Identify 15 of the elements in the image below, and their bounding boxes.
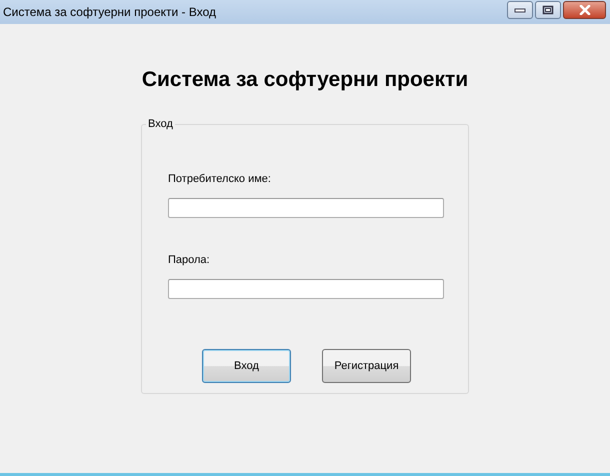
field-label: Парола: <box>168 254 211 266</box>
maximize-icon <box>542 5 554 15</box>
group-title: Вход <box>146 118 175 130</box>
button[interactable]: Регистрация <box>322 349 411 383</box>
maximize-button[interactable] <box>535 1 561 19</box>
input-field[interactable] <box>168 198 444 218</box>
button[interactable]: Вход <box>202 349 291 383</box>
window-title: Система за софтуерни проекти - Вход <box>3 5 216 19</box>
heading: Система за софтуерни проекти <box>142 68 468 92</box>
field-label: Потребителско име: <box>168 173 272 185</box>
close-button[interactable] <box>563 1 606 19</box>
input-field[interactable] <box>168 279 444 299</box>
minimize-button[interactable] <box>507 1 533 19</box>
close-icon <box>578 5 592 15</box>
minimize-icon <box>514 7 526 13</box>
